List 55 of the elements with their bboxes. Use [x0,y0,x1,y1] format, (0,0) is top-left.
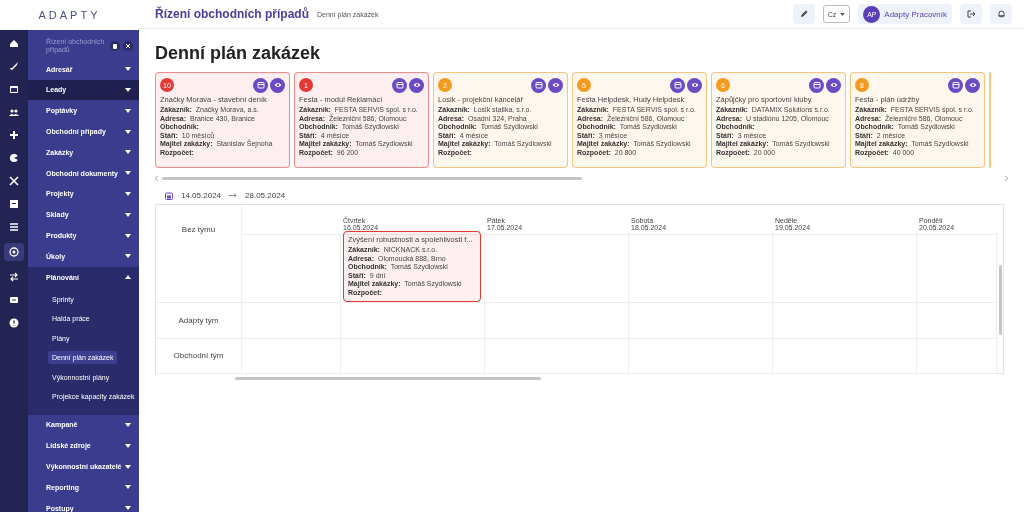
close-icon[interactable] [123,41,133,52]
pin-icon[interactable] [110,41,120,52]
end-date[interactable]: 28.05.2024 [245,191,286,200]
team-name: Obchodní tým [173,350,224,360]
team-name: Bez týmu [181,226,216,234]
caret-icon [125,485,131,490]
calendar-icon[interactable] [809,77,824,93]
caret-icon [840,12,846,16]
eye-icon[interactable] [687,77,702,93]
caret-icon [125,275,131,280]
plus-icon[interactable] [7,128,21,142]
list-icon[interactable] [7,220,21,234]
calendar-icon[interactable] [948,77,963,93]
caret-icon [125,108,131,113]
logout-icon[interactable] [960,4,982,24]
swap-arrows-icon[interactable] [7,270,21,284]
eye-icon[interactable] [965,77,980,93]
caret-icon [125,129,131,134]
calendar-icon[interactable] [165,191,173,200]
eye-icon[interactable] [270,77,285,93]
caret-icon [125,67,131,72]
start-date[interactable]: 14.05.2024 [181,191,222,200]
calendar-icon[interactable] [392,77,407,93]
eye-icon[interactable] [409,77,424,93]
caret-icon [125,171,131,176]
caret-icon [125,212,131,217]
eye-icon[interactable] [826,77,841,93]
pencil-icon[interactable] [792,4,815,24]
archive-icon[interactable] [7,197,21,211]
header-title: Řízení obchodních případů [155,7,309,21]
page-title: Denní plán zakázek [155,43,322,64]
caret-icon [125,464,131,469]
caret-icon [125,233,131,238]
cross-icon[interactable] [7,174,21,188]
calendar-icon[interactable] [670,77,685,93]
calendar-cell[interactable] [917,337,997,374]
team-name: Adapty tým [178,315,219,325]
scrollbar-thumb[interactable] [162,177,582,180]
caret-icon [125,422,131,427]
caret-icon [125,443,131,448]
scrollbar-thumb[interactable] [235,376,541,380]
calendar-icon[interactable] [253,77,268,93]
caret-icon [125,150,131,155]
caret-icon [125,191,131,196]
caret-icon [125,506,131,511]
caret-icon [125,254,131,259]
calendar-icon[interactable] [531,77,546,93]
calendar-cell[interactable] [341,302,485,339]
arrow-right-icon [229,193,238,198]
target-icon[interactable] [4,243,24,261]
info-icon[interactable] [7,316,21,330]
bell-icon[interactable] [990,4,1012,24]
caret-icon [125,87,131,92]
eye-icon[interactable] [548,77,563,93]
pie-icon[interactable] [7,151,21,165]
